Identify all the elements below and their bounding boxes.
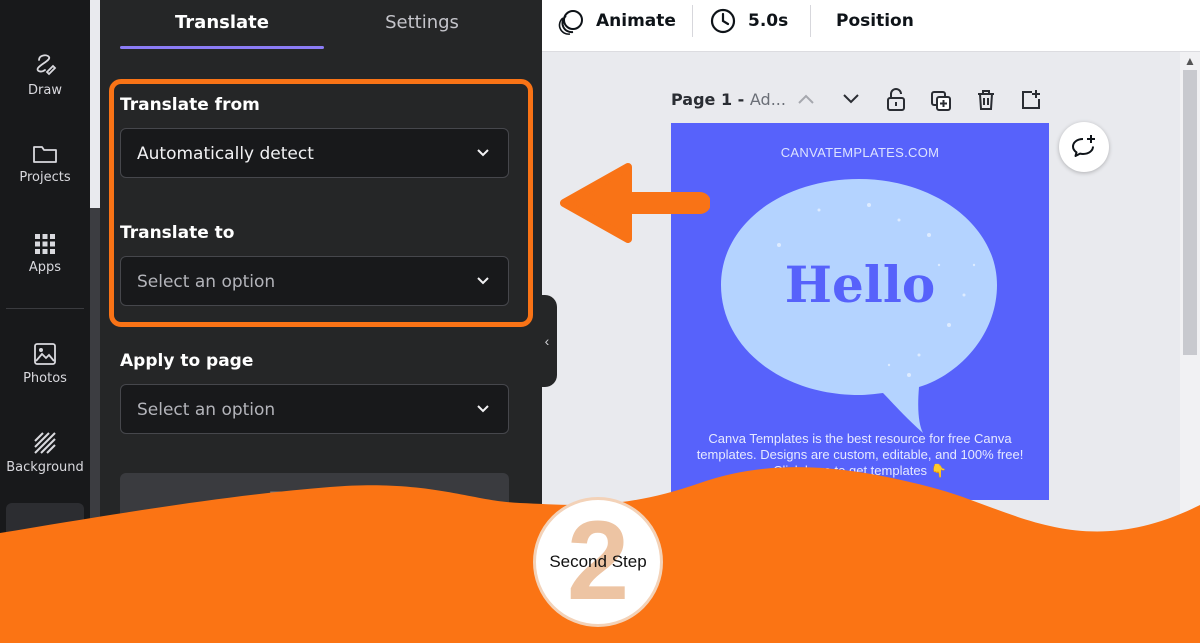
active-tab-indicator	[120, 46, 324, 49]
sidebar-item-label: Projects	[19, 170, 71, 185]
clock-icon	[710, 8, 736, 34]
page-subtitle: Ad...	[749, 90, 786, 109]
add-comment-button[interactable]	[1059, 122, 1109, 172]
sidebar-item-photos[interactable]: Photos	[0, 342, 90, 386]
duration-button[interactable]: 5.0s	[748, 11, 788, 31]
sidebar-item-projects[interactable]: Projects	[0, 143, 90, 185]
design-headline[interactable]: Hello	[671, 255, 1049, 314]
design-site-text[interactable]: CANVATEMPLATES.COM	[671, 145, 1049, 160]
scroll-up-icon[interactable]: ▲	[1184, 54, 1196, 68]
highlight-box	[109, 79, 533, 327]
animate-button[interactable]: Animate	[596, 11, 676, 31]
sidebar-item-apps[interactable]: Apps	[0, 233, 90, 275]
chevron-down-icon[interactable]	[842, 93, 860, 105]
step-badge: 2 Second Step	[533, 497, 663, 627]
apply-to-page-placeholder: Select an option	[137, 400, 276, 420]
photo-icon	[34, 343, 56, 365]
step-label: Second Step	[549, 552, 647, 571]
chevron-up-icon[interactable]	[797, 93, 815, 105]
sidebar-item-draw[interactable]: Draw	[0, 52, 90, 98]
sidebar-divider	[6, 308, 84, 309]
page-title[interactable]: Page 1 - Ad...	[671, 90, 786, 109]
sidebar-item-label: Draw	[28, 83, 62, 98]
page-number: Page 1 -	[671, 90, 745, 109]
scrollbar-thumb[interactable]	[1183, 70, 1197, 355]
sidebar-item-label: Photos	[23, 371, 67, 386]
apps-grid-icon	[35, 234, 55, 254]
background-pattern-icon	[34, 432, 56, 454]
add-page-icon[interactable]	[1020, 88, 1042, 112]
tab-translate[interactable]: Translate	[120, 12, 324, 33]
toolbar-divider	[810, 5, 811, 37]
lock-icon[interactable]	[885, 88, 907, 112]
toolbar-divider	[692, 5, 693, 37]
chevron-left-icon: ‹	[544, 333, 550, 349]
editor-toolbar: Animate 5.0s Position	[542, 0, 1200, 52]
sidebar-item-label: Apps	[28, 260, 62, 275]
tab-settings[interactable]: Settings	[320, 12, 524, 33]
chevron-down-icon	[477, 405, 489, 413]
trash-icon[interactable]	[976, 88, 996, 112]
animate-icon	[558, 10, 583, 35]
apply-to-page-select[interactable]: Select an option	[120, 384, 509, 434]
design-canvas[interactable]: CANVATEMPLATES.COM Hello Canva Templates…	[671, 123, 1049, 500]
draw-icon	[36, 54, 57, 76]
folder-icon	[33, 146, 57, 163]
comment-add-icon	[1072, 135, 1095, 157]
position-button[interactable]: Position	[836, 11, 914, 31]
pointer-arrow-graphic	[560, 163, 710, 243]
duplicate-icon[interactable]	[930, 88, 952, 112]
collapse-panel-button[interactable]: ‹	[537, 295, 557, 387]
apply-to-page-label: Apply to page	[120, 351, 254, 371]
